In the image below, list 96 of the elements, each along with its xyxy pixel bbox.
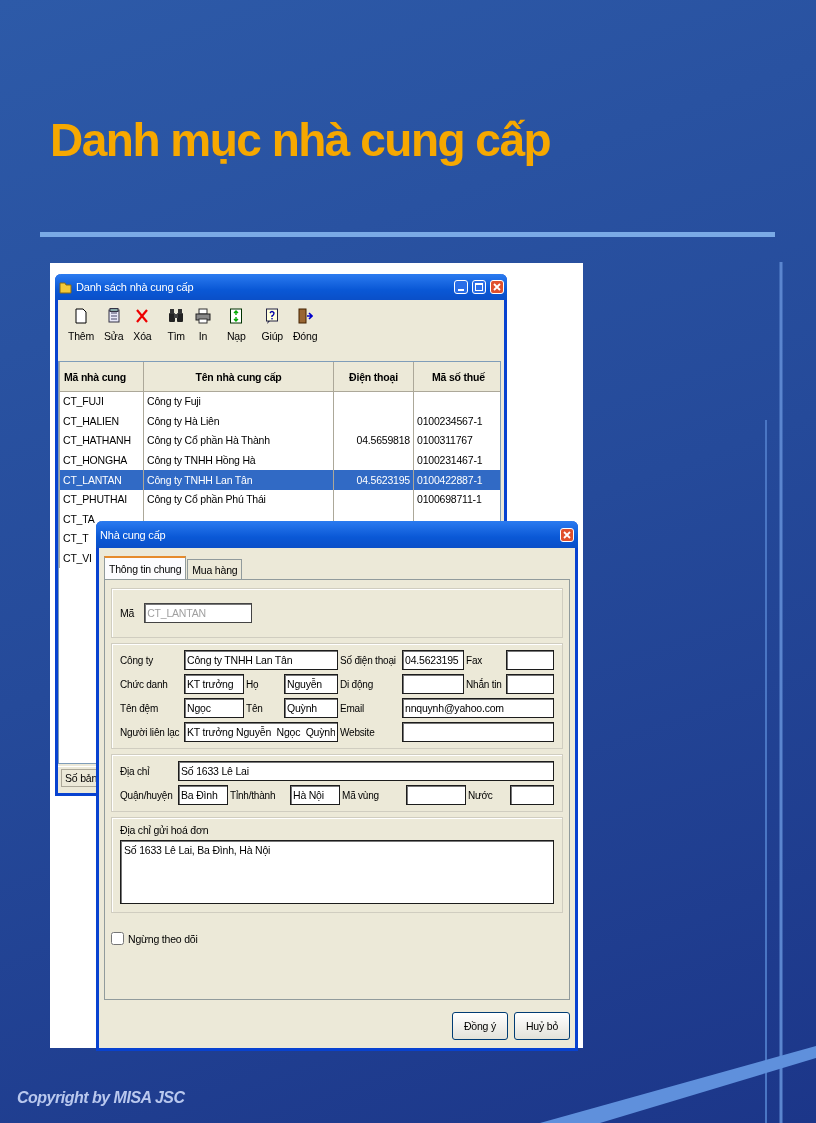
app-icon — [58, 280, 72, 294]
toolbar-button[interactable]: In — [192, 308, 213, 342]
toolbar-button[interactable]: Thêm — [66, 308, 97, 342]
table-cell: CT_HALIEN — [59, 411, 144, 432]
table-cell: CT_HATHANH — [59, 431, 144, 451]
table-row[interactable]: CT_HALIEN Công ty Hà Liên 0100234567-1 — [59, 411, 500, 432]
page-icon — [74, 308, 88, 324]
input-field[interactable]: Ba Đình — [178, 785, 228, 805]
copyright-text: Copyright by MISA JSC — [17, 1089, 185, 1107]
close-button[interactable] — [560, 527, 574, 542]
field-label: Di động — [340, 678, 375, 690]
table-cell: 0100311767 — [413, 431, 500, 451]
input-field[interactable] — [402, 674, 464, 694]
table-cell: 04.5659818 — [333, 431, 414, 451]
field-label: Fax — [466, 654, 484, 666]
arrows-page-icon — [229, 308, 244, 324]
help-icon — [265, 308, 280, 324]
table-row[interactable]: CT_HATHANH Công ty Cổ phần Hà Thành 04.5659818 0100311767 — [59, 431, 500, 451]
table-cell: Công ty Fuji — [143, 391, 334, 412]
checkbox-label: Ngừng theo dõi — [128, 932, 198, 945]
input-field[interactable]: Công ty TNHH Lan Tân — [184, 650, 338, 670]
input-field[interactable]: Ngọc — [184, 698, 244, 718]
input-field[interactable]: KT trưởng Nguyễn Ngọc Quỳnh — [184, 722, 338, 742]
field-label: Địa chỉ — [120, 765, 151, 777]
table-cell: 0100422887-1 — [413, 470, 500, 490]
tab[interactable]: Thông tin chung — [104, 556, 187, 579]
dialog-button[interactable]: Huỷ bỏ — [514, 1012, 570, 1040]
field-label: Tỉnh/thành — [230, 789, 277, 801]
field-label: Quận/huyện — [120, 789, 174, 801]
table-row[interactable]: CT_PHUTHAI Công ty Cổ phần Phú Thái 0100698711-1 — [59, 489, 500, 510]
field-label: Người liên lạc — [120, 726, 181, 738]
table-row[interactable]: CT_LANTAN Công ty TNHH Lan Tân 04.5623195 0100422887-1 — [59, 470, 500, 490]
table-cell: CT_PHUTHAI — [59, 489, 144, 510]
cross-icon — [135, 308, 150, 324]
field-label: Nước — [468, 789, 494, 801]
table-cell: 0100234567-1 — [413, 411, 500, 432]
door-arrow-icon — [297, 308, 314, 324]
close-button[interactable] — [490, 280, 504, 294]
toolbar-button[interactable]: Xóa — [131, 308, 154, 342]
field-label: Chức danh — [120, 678, 169, 690]
table-row[interactable]: CT_FUJI Công ty Fuji — [59, 391, 500, 412]
field-label: Tên đệm — [120, 702, 160, 714]
toolbar-button[interactable]: Nạp — [224, 308, 248, 342]
input-field[interactable] — [506, 650, 554, 670]
input-field[interactable]: Số 1633 Lê Lai — [178, 761, 554, 781]
field-label: Họ — [246, 678, 260, 690]
field-label: Mã — [120, 607, 135, 619]
toolbar-button[interactable]: Sửa — [102, 308, 126, 342]
input-field[interactable]: nnquynh@yahoo.com — [402, 698, 554, 718]
maximize-icon — [474, 282, 484, 292]
field-label: Nhắn tin — [466, 678, 503, 690]
column-header[interactable]: Tên nhà cung cấp — [143, 362, 334, 392]
input-field[interactable] — [402, 722, 554, 742]
maximize-button[interactable] — [472, 280, 486, 294]
field-label: Mã vùng — [342, 789, 380, 801]
tab[interactable]: Mua hàng — [187, 559, 243, 579]
toolbar-button[interactable]: Đóng — [290, 308, 320, 342]
table-cell: Công ty Hà Liên — [143, 411, 334, 432]
toolbar-button[interactable]: Tìm — [165, 308, 187, 342]
field-label: Website — [340, 726, 376, 738]
input-field[interactable] — [506, 674, 554, 694]
binoculars-icon — [168, 308, 185, 324]
close-icon — [492, 282, 502, 292]
field-label: Số điện thoại — [340, 654, 397, 666]
table-cell: CT_LANTAN — [59, 470, 144, 490]
column-header[interactable]: Điện thoại — [333, 362, 414, 392]
minimize-button[interactable] — [454, 280, 468, 294]
input-field[interactable] — [510, 785, 554, 805]
notepad-icon — [106, 308, 121, 324]
table-cell: 04.5623195 — [333, 470, 414, 490]
input-field[interactable]: KT trưởng — [184, 674, 244, 694]
column-header[interactable]: Mã số thuế — [413, 362, 500, 392]
field-label: Tên — [246, 702, 264, 714]
input-field[interactable]: Hà Nội — [290, 785, 340, 805]
printer-icon — [194, 308, 211, 324]
input-field[interactable]: Nguyễn — [284, 674, 338, 694]
table-cell: CT_FUJI — [59, 391, 144, 412]
minimize-icon — [458, 289, 464, 291]
field-label: Công ty — [120, 654, 155, 666]
slide-title: Danh mục nhà cung cấp — [50, 113, 551, 168]
dialog-button[interactable]: Đồng ý — [452, 1012, 508, 1040]
field-label: Email — [340, 702, 365, 714]
table-cell: Công ty TNHH Lan Tân — [143, 470, 334, 490]
table-cell: Công ty Cổ phần Hà Thành — [143, 431, 334, 451]
input-field[interactable] — [406, 785, 466, 805]
column-header[interactable]: Mã nhà cung — [59, 362, 144, 392]
input-field[interactable]: Quỳnh — [284, 698, 338, 718]
table-cell: Công ty Cổ phần Phú Thái — [143, 489, 334, 510]
table-cell: 0100698711-1 — [413, 489, 500, 510]
close-icon — [562, 529, 572, 540]
checkbox[interactable] — [111, 932, 124, 945]
input-field[interactable]: 04.5623195 — [402, 650, 464, 670]
window-title: Danh sách nhà cung cấp — [76, 281, 194, 293]
field-label: Địa chỉ gửi hoá đơn — [120, 824, 210, 836]
toolbar-button[interactable]: Giúp — [259, 308, 285, 342]
text-area[interactable]: Số 1633 Lê Lai, Ba Đình, Hà Nội — [120, 840, 554, 904]
